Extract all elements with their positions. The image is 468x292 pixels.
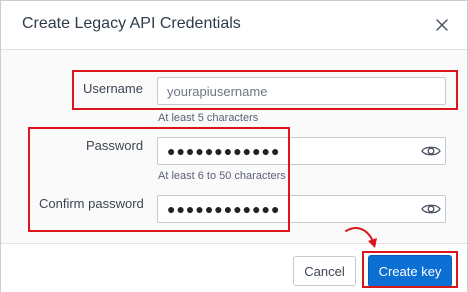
- password-hint: At least 6 to 50 characters: [158, 170, 286, 182]
- confirm-password-label: Confirm password: [39, 196, 144, 211]
- dialog-header: Create Legacy API Credentials: [1, 1, 467, 50]
- cancel-button[interactable]: Cancel: [293, 256, 356, 286]
- confirm-password-input[interactable]: [157, 195, 446, 223]
- eye-icon[interactable]: [421, 144, 441, 158]
- create-key-button[interactable]: Create key: [368, 255, 452, 287]
- password-input[interactable]: [157, 137, 446, 165]
- create-credentials-dialog: Create Legacy API Credentials Username A…: [0, 0, 468, 292]
- username-input[interactable]: [157, 77, 446, 105]
- dialog-footer: Cancel Create key: [1, 243, 467, 292]
- close-button[interactable]: [432, 15, 452, 35]
- username-hint: At least 5 characters: [158, 112, 259, 124]
- close-icon[interactable]: [432, 15, 452, 35]
- password-label: Password: [86, 138, 144, 153]
- dialog-body: Username At least 5 characters Password …: [1, 50, 467, 243]
- eye-icon[interactable]: [421, 202, 441, 216]
- username-label: Username: [83, 81, 143, 96]
- dialog-title: Create Legacy API Credentials: [22, 15, 241, 32]
